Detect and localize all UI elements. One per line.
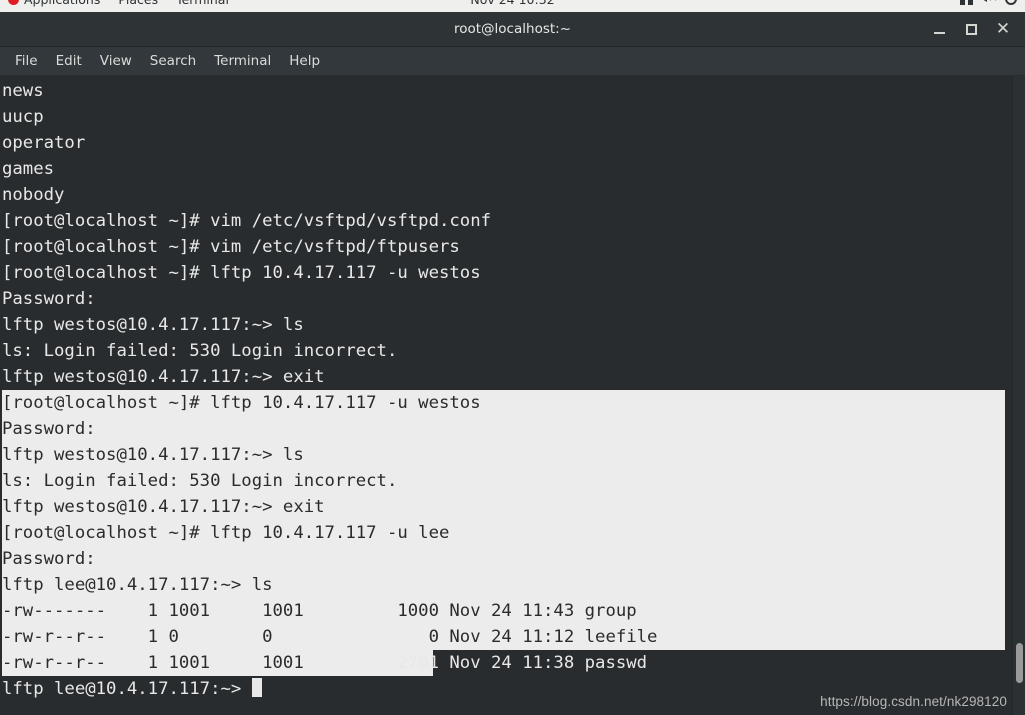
- scrollbar-thumb[interactable]: [1016, 643, 1023, 683]
- terminal-line: games: [2, 156, 1005, 182]
- terminal-line-text: lftp lee@10.4.17.117:~> ls: [2, 575, 273, 595]
- terminal-line: lftp westos@10.4.17.117:~> ls: [2, 312, 1005, 338]
- terminal-line-text: lftp westos@10.4.17.117:~> ls: [2, 315, 304, 335]
- maximize-button[interactable]: [955, 14, 987, 44]
- terminal-line: [root@localhost ~]# lftp 10.4.17.117 -u …: [2, 390, 1005, 416]
- terminal-line-text: operator: [2, 133, 86, 153]
- terminal-line-text: [root@localhost ~]# vim /etc/vsftpd/vsft…: [2, 211, 491, 231]
- terminal-line: -rw------- 1 1001 1001 1000 Nov 24 11:43…: [2, 598, 1005, 624]
- menu-search[interactable]: Search: [141, 50, 205, 72]
- terminal-line-text: [root@localhost ~]# lftp 10.4.17.117 -u …: [2, 263, 481, 283]
- gnome-top-panel: Applications Places Terminal Nov 24 10:3…: [0, 0, 1025, 12]
- terminal-line: ls: Login failed: 530 Login incorrect.: [2, 468, 1005, 494]
- terminal-line: nobody: [2, 182, 1005, 208]
- close-button[interactable]: ✕: [987, 14, 1019, 44]
- terminal-line: Password:: [2, 546, 1005, 572]
- terminal-line-text: ls: Login failed: 530 Login incorrect.: [2, 341, 398, 361]
- menubar: File Edit View Search Terminal Help: [0, 47, 1025, 76]
- terminal-line: Password:: [2, 416, 1005, 442]
- terminal-line: Password:: [2, 286, 1005, 312]
- terminal-output-area[interactable]: news uucp operator games nobody [root@localho…: [0, 76, 1025, 715]
- volume-muted-icon[interactable]: [982, 0, 998, 5]
- applications-menu[interactable]: Applications: [8, 0, 100, 7]
- terminal-line-text: Password:: [2, 289, 96, 309]
- terminal-line: news: [2, 78, 1005, 104]
- terminal-line-tail: 2701 Nov 24 11:38 passwd: [303, 653, 648, 673]
- terminal-line-text: lftp lee@10.4.17.117:~>: [2, 679, 252, 699]
- terminal-line-text: uucp: [2, 107, 44, 127]
- minimize-button[interactable]: [923, 14, 955, 44]
- terminal-line: [root@localhost ~]# vim /etc/vsftpd/ftpu…: [2, 234, 1005, 260]
- terminal-line-text: Password:: [2, 549, 96, 569]
- menu-view[interactable]: View: [91, 50, 141, 72]
- terminal-line: [root@localhost ~]# lftp 10.4.17.117 -u …: [2, 520, 1005, 546]
- terminal-app-menu[interactable]: Terminal: [176, 0, 229, 7]
- terminal-cursor: [251, 678, 263, 697]
- terminal-window: root@localhost:~ ✕ File Edit View Search…: [0, 12, 1025, 715]
- vertical-scrollbar[interactable]: [1012, 76, 1025, 715]
- terminal-line: lftp lee@10.4.17.117:~> ls: [2, 572, 1005, 598]
- menu-edit[interactable]: Edit: [47, 50, 91, 72]
- terminal-line: [root@localhost ~]# vim /etc/vsftpd/vsft…: [2, 208, 1005, 234]
- redhat-logo-icon: [8, 0, 19, 5]
- menu-terminal[interactable]: Terminal: [205, 50, 280, 72]
- close-icon: ✕: [995, 19, 1011, 39]
- terminal-line: lftp westos@10.4.17.117:~> exit: [2, 364, 1005, 390]
- terminal-line-text: -rw-r--r-- 1 0 0 0 Nov 24 11:12 leefile: [2, 627, 658, 647]
- power-icon[interactable]: [1005, 0, 1017, 5]
- terminal-text: news uucp operator games nobody [root@localho…: [2, 78, 1005, 702]
- terminal-line: -rw-r--r-- 1 1001 1001 2701 Nov 24 11:38…: [2, 650, 1005, 676]
- applications-menu-label: Applications: [24, 0, 100, 7]
- terminal-line: ls: Login failed: 530 Login incorrect.: [2, 338, 1005, 364]
- terminal-line-text: ls: Login failed: 530 Login incorrect.: [2, 471, 398, 491]
- desktop-screen: Applications Places Terminal Nov 24 10:3…: [0, 0, 1025, 715]
- terminal-line: lftp westos@10.4.17.117:~> exit: [2, 494, 1005, 520]
- places-menu[interactable]: Places: [118, 0, 158, 7]
- terminal-line-text: [root@localhost ~]# vim /etc/vsftpd/ftpu…: [2, 237, 460, 257]
- terminal-line: operator: [2, 130, 1005, 156]
- terminal-line-text: Password:: [2, 419, 96, 439]
- watermark-text: https://blog.csdn.net/nk298120: [820, 694, 1007, 709]
- terminal-line-text: -rw-r--r-- 1 1001 1001: [2, 653, 304, 673]
- terminal-line: lftp westos@10.4.17.117:~> ls: [2, 442, 1005, 468]
- terminal-line-text: nobody: [2, 185, 65, 205]
- terminal-line-text: news: [2, 81, 44, 101]
- terminal-line-text: lftp westos@10.4.17.117:~> exit: [2, 367, 325, 387]
- maximize-icon: [965, 23, 977, 35]
- terminal-line: [root@localhost ~]# lftp 10.4.17.117 -u …: [2, 260, 1005, 286]
- window-title: root@localhost:~: [453, 21, 572, 37]
- menu-help[interactable]: Help: [280, 50, 329, 72]
- terminal-line-text: [root@localhost ~]# lftp 10.4.17.117 -u …: [2, 393, 481, 413]
- terminal-line: uucp: [2, 104, 1005, 130]
- terminal-line-text: [root@localhost ~]# lftp 10.4.17.117 -u …: [2, 523, 450, 543]
- terminal-line-text: games: [2, 159, 55, 179]
- menu-file[interactable]: File: [6, 50, 47, 72]
- network-icon[interactable]: [960, 0, 973, 5]
- terminal-line-text: lftp westos@10.4.17.117:~> exit: [2, 497, 325, 517]
- terminal-line-text: -rw------- 1 1001 1001 1000 Nov 24 11:43…: [2, 601, 637, 621]
- window-titlebar[interactable]: root@localhost:~ ✕: [0, 12, 1025, 47]
- terminal-line: -rw-r--r-- 1 0 0 0 Nov 24 11:12 leefile: [2, 624, 1005, 650]
- minimize-icon: [933, 32, 945, 34]
- terminal-line-text: lftp westos@10.4.17.117:~> ls: [2, 445, 304, 465]
